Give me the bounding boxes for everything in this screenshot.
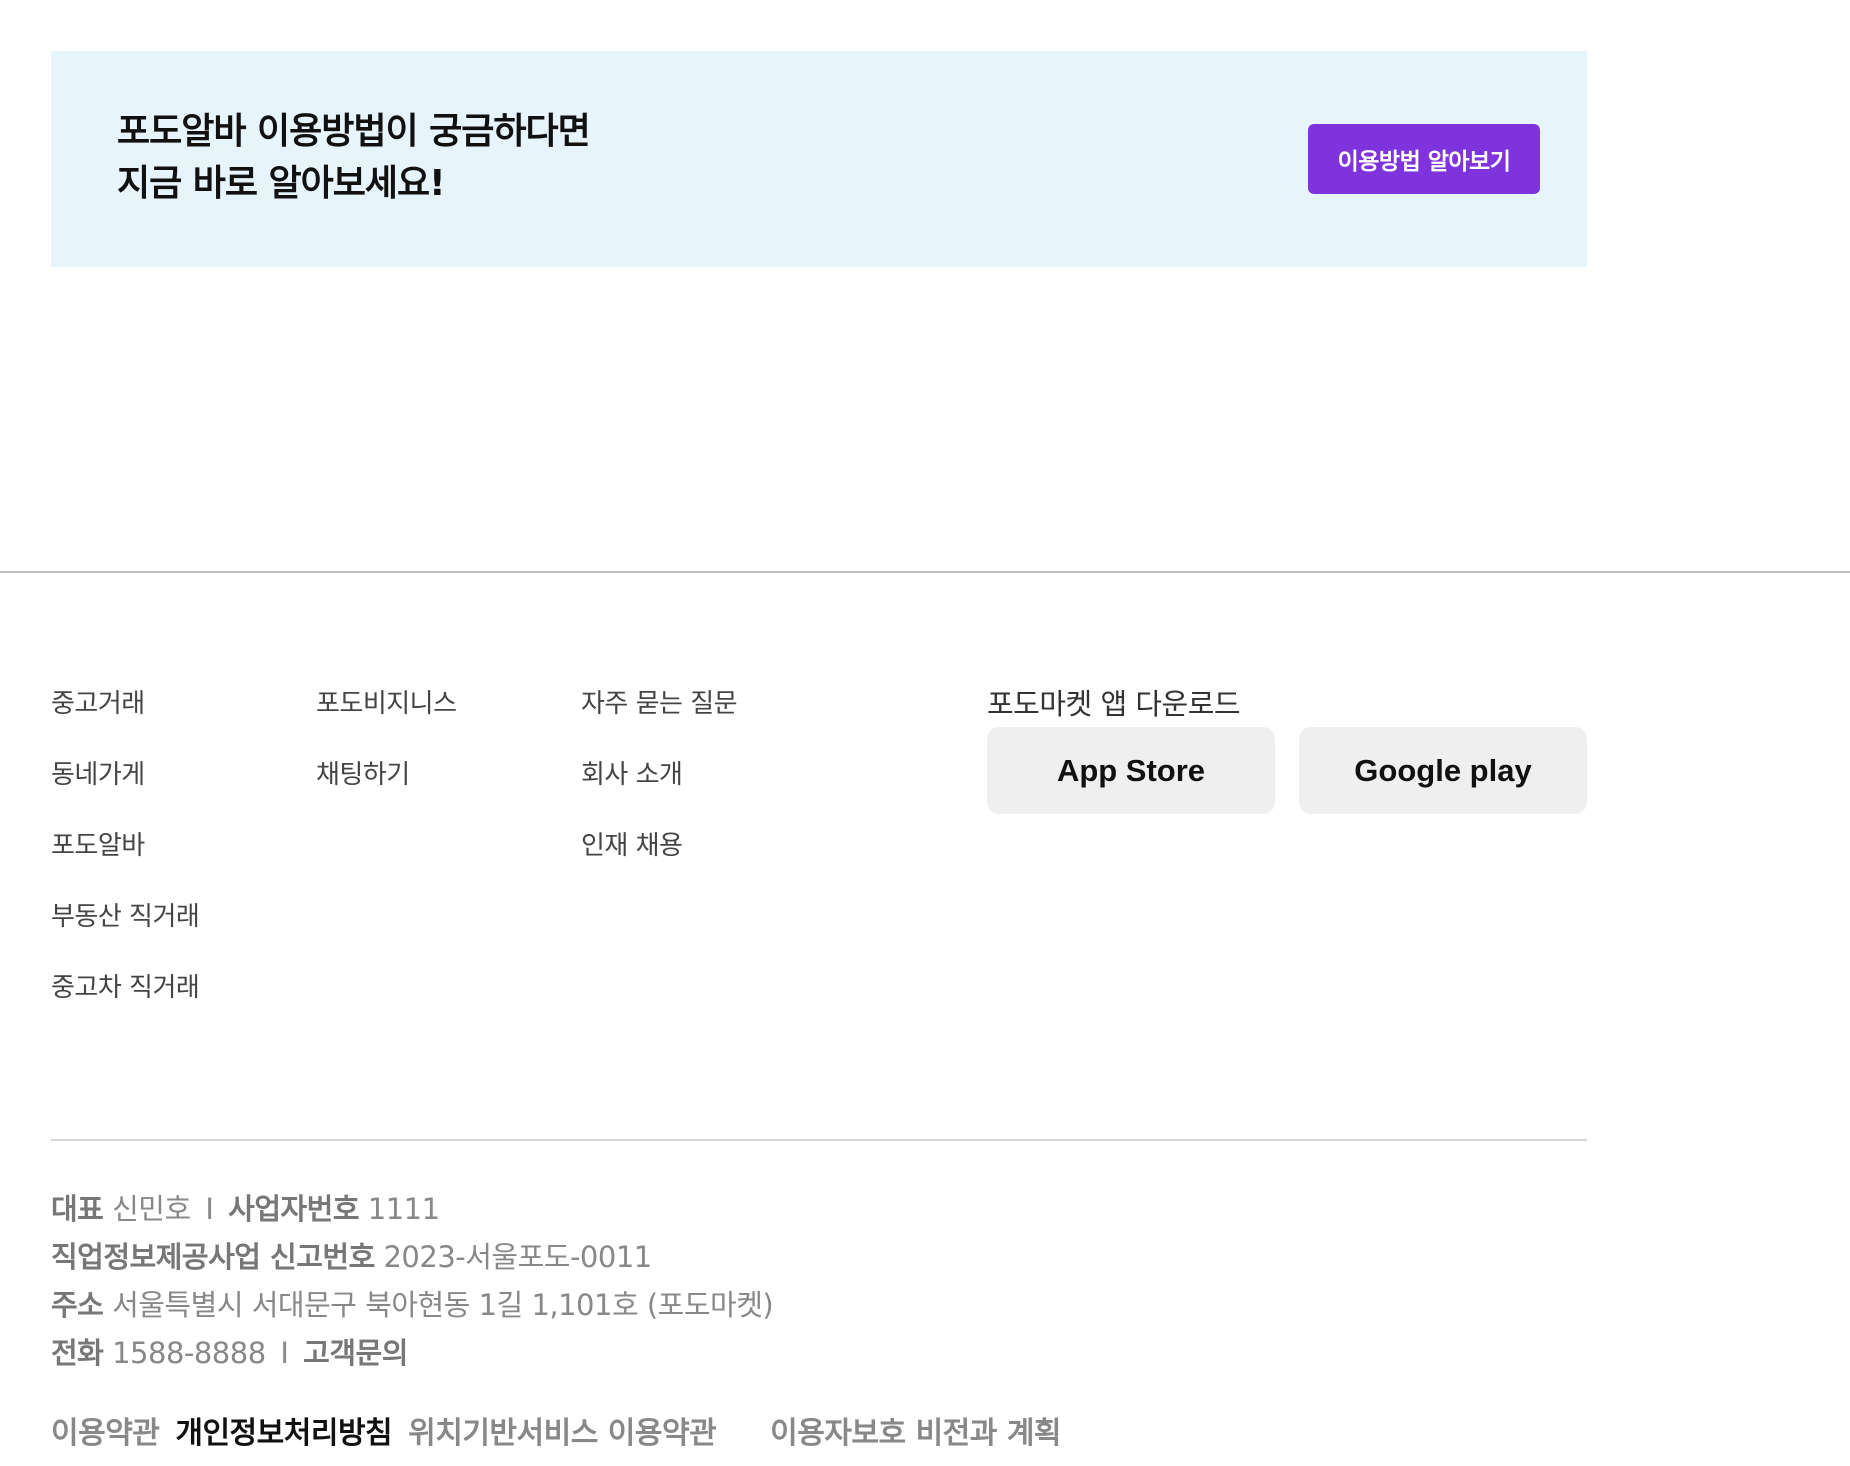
- learn-usage-button[interactable]: 이용방법 알아보기: [1308, 124, 1540, 194]
- banner-title: 포도알바 이용방법이 궁금하다면 지금 바로 알아보세요!: [117, 106, 591, 210]
- footer-divider: [0, 571, 1850, 573]
- privacy-policy-link[interactable]: 개인정보처리방침: [175, 1416, 392, 1451]
- info-line-job-info: 직업정보제공사업 신고번호 2023-서울포도-0011: [51, 1233, 773, 1281]
- footer-item: 인재 채용: [581, 822, 737, 893]
- footer-column-company: 자주 묻는 질문 회사 소개 인재 채용: [581, 680, 738, 893]
- footer-item: 채팅하기: [316, 751, 457, 822]
- address-value: 서울특별시 서대문구 북아현동 1길 1,101호 (포도마켓): [112, 1288, 774, 1322]
- footer-column-business: 포도비지니스 채팅하기: [316, 680, 457, 822]
- footer-item: 중고차 직거래: [51, 964, 200, 1035]
- policy-links: 이용약관 개인정보처리방침 위치기반서비스 이용약관 이용자보호 비전과 계획: [51, 1410, 1067, 1458]
- footer-link-careers[interactable]: 인재 채용: [581, 831, 683, 861]
- guide-banner: 포도알바 이용방법이 궁금하다면 지금 바로 알아보세요! 이용방법 알아보기: [51, 51, 1587, 267]
- footer-link-about[interactable]: 회사 소개: [581, 760, 683, 790]
- job-info-value: 2023-서울포도-0011: [383, 1240, 652, 1274]
- footer-item: 자주 묻는 질문: [581, 680, 738, 751]
- banner-title-line-1: 포도알바 이용방법이 궁금하다면: [117, 111, 591, 152]
- ceo-label: 대표: [51, 1192, 104, 1226]
- info-separator: I: [205, 1192, 214, 1226]
- footer-link-used-car[interactable]: 중고차 직거래: [51, 973, 200, 1003]
- address-label: 주소: [51, 1288, 104, 1322]
- footer-item: 회사 소개: [581, 751, 737, 822]
- page: 포도알바 이용방법이 궁금하다면 지금 바로 알아보세요! 이용방법 알아보기 …: [0, 0, 1850, 1466]
- business-no-label: 사업자번호: [228, 1192, 360, 1226]
- info-divider: [51, 1139, 1587, 1141]
- terms-link[interactable]: 이용약관: [51, 1416, 160, 1451]
- app-download-title: 포도마켓 앱 다운로드: [987, 687, 1241, 721]
- location-terms-link[interactable]: 위치기반서비스 이용약관: [408, 1416, 717, 1451]
- footer-link-local-store[interactable]: 동네가게: [51, 760, 145, 790]
- phone-value: 1588-8888: [112, 1336, 266, 1370]
- footer-item: 부동산 직거래: [51, 893, 200, 964]
- business-no-value: 1111: [367, 1192, 440, 1226]
- info-line-ceo: 대표 신민호 I 사업자번호 1111: [51, 1185, 773, 1233]
- phone-label: 전화: [51, 1336, 104, 1370]
- info-separator: I: [280, 1336, 289, 1370]
- user-protection-link[interactable]: 이용자보호 비전과 계획: [770, 1416, 1061, 1451]
- footer-link-podo-alba[interactable]: 포도알바: [51, 831, 145, 861]
- banner-title-line-2: 지금 바로 알아보세요!: [117, 163, 446, 204]
- footer-link-podo-business[interactable]: 포도비지니스: [316, 689, 457, 719]
- footer-item: 포도비지니스: [316, 680, 457, 751]
- footer-item: 중고거래: [51, 680, 199, 751]
- customer-inquiry-link[interactable]: 고객문의: [303, 1336, 408, 1370]
- footer-link-faq[interactable]: 자주 묻는 질문: [581, 689, 738, 719]
- info-line-address: 주소 서울특별시 서대문구 북아현동 1길 1,101호 (포도마켓): [51, 1281, 774, 1329]
- app-store-button[interactable]: App Store: [987, 727, 1275, 814]
- footer-item: 포도알바: [51, 822, 199, 893]
- job-info-label: 직업정보제공사업 신고번호: [51, 1240, 375, 1274]
- ceo-value: 신민호: [112, 1192, 191, 1226]
- footer-item: 동네가게: [51, 751, 199, 822]
- footer-link-real-estate[interactable]: 부동산 직거래: [51, 902, 200, 932]
- footer-link-chat[interactable]: 채팅하기: [316, 760, 410, 790]
- footer-link-used-trade[interactable]: 중고거래: [51, 689, 145, 719]
- google-play-button[interactable]: Google play: [1299, 727, 1587, 814]
- company-info: 대표 신민호 I 사업자번호 1111 직업정보제공사업 신고번호 2023-서…: [51, 1185, 774, 1377]
- footer-column-services: 중고거래 동네가게 포도알바 부동산 직거래 중고차 직거래: [51, 680, 200, 1035]
- info-line-phone: 전화 1588-8888 I 고객문의: [51, 1329, 773, 1377]
